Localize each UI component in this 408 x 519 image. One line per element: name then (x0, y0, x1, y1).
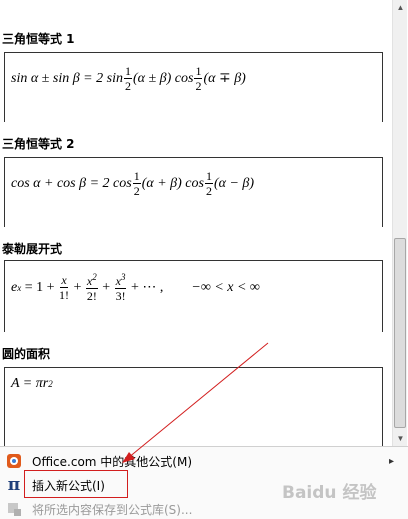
pi-icon: π (7, 475, 21, 495)
menu-item-office-equations[interactable]: Office.com 中的其他公式(M) ▸ (0, 450, 408, 472)
frac-num: x (60, 273, 68, 288)
equation-gallery: 三角恒等式 1 sin α ± sin β = 2 sin 12 (α ± β)… (0, 0, 392, 446)
fraction: 12 (194, 64, 203, 93)
eq-text: + ⋯ , (127, 280, 164, 295)
fraction: 12 (132, 169, 141, 198)
plus-sign: + (70, 279, 85, 295)
section-title-taylor: 泰勒展开式 (2, 242, 63, 256)
frac-den: 2 (133, 184, 140, 198)
menu-item-label: 将所选内容保存到公式库(S)... (32, 502, 193, 517)
section-title-trig2: 三角恒等式 2 (2, 137, 75, 151)
frac-num: x3 (114, 272, 127, 289)
office-icon (2, 451, 26, 471)
frac-num: 1 (194, 64, 203, 79)
eq-text: sin α ± sin β = 2 sin (11, 70, 123, 86)
eq-text: (α − β) (213, 175, 255, 191)
equation-circle: A = πr 2 (11, 376, 53, 392)
eq-text: (α ∓ β) (203, 71, 246, 86)
eq-range: −∞ < x < ∞ (191, 279, 260, 295)
equation-trig1: sin α ± sin β = 2 sin 12 (α ± β) cos 12 … (11, 65, 246, 92)
equation-item-taylor[interactable]: ex = 1 + x 1! + x2 2! + x3 3! + ⋯ , −∞ < x … (4, 260, 383, 332)
frac-num: x2 (85, 272, 98, 289)
frac-den: 2 (124, 79, 131, 93)
plus-sign: + (98, 279, 114, 295)
frac-den: 3! (115, 289, 126, 303)
equation-taylor: ex = 1 + x 1! + x2 2! + x3 3! + ⋯ , −∞ < x … (11, 272, 260, 303)
eq-text: = 1 + (21, 279, 59, 295)
frac-num: 1 (132, 169, 141, 184)
frac-den: 1! (59, 288, 70, 302)
equation-item-circle[interactable]: A = πr 2 (4, 367, 383, 446)
submenu-arrow-icon: ▸ (388, 455, 394, 467)
eq-text: (α + β) cos (141, 175, 204, 191)
eq-sup: 3 (120, 272, 126, 282)
equation-item-trig1[interactable]: sin α ± sin β = 2 sin 12 (α ± β) cos 12 … (4, 52, 383, 122)
save-equation-icon (2, 499, 26, 519)
fraction: x3 3! (114, 272, 127, 303)
equation-trig2: cos α + cos β = 2 cos 12 (α + β) cos 12 … (11, 170, 254, 197)
menu-item-label: Office.com 中的其他公式(M) (32, 454, 193, 469)
section-title-trig1: 三角恒等式 1 (2, 32, 75, 46)
frac-den: 2! (86, 289, 97, 303)
vertical-scrollbar[interactable]: ▲ ▼ (392, 0, 407, 446)
scroll-down-arrow-icon[interactable]: ▼ (393, 431, 408, 446)
fraction: 12 (123, 64, 132, 93)
scroll-thumb[interactable] (394, 238, 406, 428)
watermark: Baidu 经验 (282, 483, 377, 503)
eq-text: cos α + cos β = 2 cos (11, 175, 132, 191)
section-title-circle: 圆的面积 (2, 347, 51, 361)
fraction: 12 (204, 169, 213, 198)
eq-sup: 2 (92, 272, 97, 282)
fraction: x 1! (59, 274, 69, 301)
eq-sup: 2 (48, 379, 53, 389)
frac-num: 1 (204, 169, 213, 184)
eq-text: A = πr (11, 376, 49, 391)
annotation-highlight-box (24, 470, 128, 498)
fraction: x2 2! (85, 272, 98, 303)
frac-num: 1 (123, 64, 132, 79)
eq-text: (α ± β) cos (132, 70, 194, 86)
equation-item-trig2[interactable]: cos α + cos β = 2 cos 12 (α + β) cos 12 … (4, 157, 383, 227)
frac-den: 2 (195, 79, 202, 93)
scroll-up-arrow-icon[interactable]: ▲ (393, 0, 408, 15)
frac-den: 2 (205, 184, 212, 198)
